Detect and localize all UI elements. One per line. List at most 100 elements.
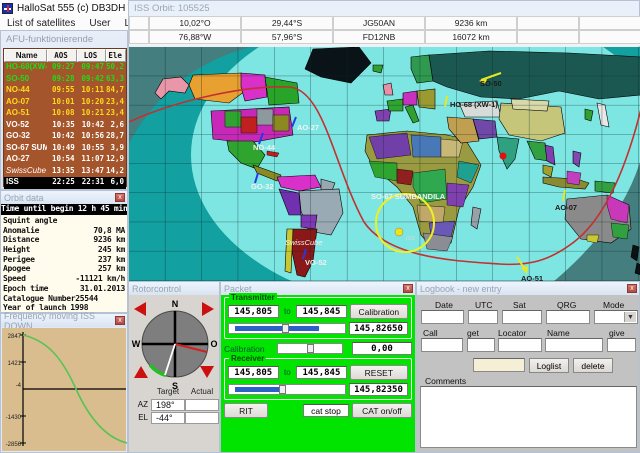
utc-input[interactable] [468,310,498,324]
el-target-value[interactable]: -44° [151,412,185,424]
orbit-value: 25544 [75,294,98,304]
rotor-titlebar: Rotorcontrol [129,282,219,295]
table-row[interactable]: AO-2710:5411:0712,9 [4,154,126,166]
name-input[interactable] [545,338,603,352]
coord-cell [579,30,640,44]
az-actual-value[interactable] [185,399,219,411]
sat-input[interactable] [502,310,542,324]
coord-locator-row2: FD12NB [333,30,425,44]
table-row[interactable]: SO-5009:2809:4263,3 [4,74,126,86]
rx-from-input[interactable]: 145,805 [228,366,279,379]
y-tick: -4 [16,383,22,389]
table-row[interactable]: NO-4409:5510:1184,7 [4,85,126,97]
countdown-text: Time until begin 12 h 45 min [1,204,127,215]
map-label-ao27[interactable]: AO-27 [297,123,319,132]
orbit-label: Catalogue Number [3,294,75,304]
calibration-slider[interactable] [277,343,343,354]
orbit-value: 9236 km [93,235,125,245]
get-input[interactable] [467,338,495,352]
calibration-button[interactable]: Calibration [350,304,408,319]
reset-button[interactable]: RESET [350,365,408,380]
table-row[interactable]: AO-5110:0810:2123,4 [4,108,126,120]
close-icon[interactable]: x [627,284,637,293]
locator-input[interactable] [498,338,542,352]
coord-range-row1: 9236 km [425,16,517,30]
satellite-table-header: Name AOS LOS Ele [4,49,126,62]
world-map[interactable]: ISS NO-44 AO-27 GO-32 SwissCube [129,47,640,282]
close-icon[interactable]: x [115,316,125,325]
orbit-label: Epoch time [3,284,48,294]
date-input[interactable] [421,310,464,324]
to-word: to [282,307,294,316]
el-actual-value[interactable] [185,412,219,424]
cat-stop-field[interactable]: cat stop [303,404,349,417]
rx-to-input[interactable]: 145,845 [296,366,347,379]
cat-onoff-button[interactable]: CAT on/off [352,403,412,418]
menu-list-of-satellites[interactable]: List of satellites [0,18,82,29]
mode-select[interactable]: ▼ [594,310,638,324]
orbit-label: Height [3,245,30,255]
col-name: Name [4,49,47,62]
orbit-data-title: Orbit data [4,193,44,203]
chevron-down-icon[interactable]: ▼ [624,312,636,322]
map-label-so67[interactable]: SO-67 SUMBANDILA [371,192,446,201]
tx-from-input[interactable]: 145,805 [228,305,279,318]
coord-range-row2: 16072 km [425,30,517,44]
map-coordinates-table: 10,02°O 29,44°S JG50AN 9236 km 76,88°W 5… [129,16,640,46]
close-icon[interactable]: x [115,193,125,202]
table-row[interactable]: VO-5210:3510:422,6 [4,120,126,132]
table-row[interactable]: SO-67 SUM10:4910:553,9 [4,143,126,155]
satellite-list-panel: AFU-funktionierende Name AOS LOS Ele HO-… [0,30,128,190]
map-label-no44[interactable]: NO-44 [253,143,276,152]
map-label-ho68[interactable]: HO-68 (XW-1) [450,100,498,109]
app-window: HalloSat 555 (c) DB3DH 2008 - Licensed f… [0,0,640,453]
red-satellite-dot[interactable] [500,153,507,160]
rit-button[interactable]: RIT [224,403,268,418]
qrg-input[interactable] [546,310,590,324]
to-word: to [282,368,294,377]
rx-frequency-slider[interactable] [228,384,346,395]
map-label-so50[interactable]: SO-50 [480,79,502,88]
table-row[interactable]: HO-68(XW-109:2709:4750,2 [4,62,126,74]
orbit-label: Anomalie [3,226,39,236]
utc-label: UTC [475,300,492,310]
table-row[interactable]: SwissCube13:3513:4714,2 [4,166,126,178]
tx-frequency-slider[interactable] [228,323,346,334]
delete-button[interactable]: delete [573,358,613,373]
map-label-go32[interactable]: GO-32 [251,182,274,191]
map-label-swisscube[interactable]: SwissCube [285,238,323,247]
tx-frequency-value: 145,82650 [349,322,408,335]
orbit-label: Apogee [3,264,30,274]
y-tick: -1430 [6,415,22,421]
orbit-value: 70,8 MA [93,226,125,236]
logbook-title: Logbook - new entry [420,284,502,294]
table-row[interactable]: AO-0710:0110:2023,4 [4,97,126,109]
az-target-value[interactable]: 198° [151,399,185,411]
menu-user[interactable]: User [82,18,117,29]
tx-to-input[interactable]: 145,845 [296,305,347,318]
iss-position-dot[interactable] [395,228,403,236]
transmitter-label: Transmitter [229,293,277,302]
packet-panel: Packet x Transmitter 145,805 to 145,845 … [220,281,416,453]
give-input[interactable] [607,338,636,352]
search-field[interactable] [473,358,525,372]
y-tick: 1421 [8,361,22,367]
map-label-vo52[interactable]: VO-52 [305,258,327,267]
orbit-data-panel: Orbit data x Time until begin 12 h 45 mi… [0,190,128,313]
satellite-table: Name AOS LOS Ele HO-68(XW-109:2709:4750,… [3,48,127,187]
map-grid [129,47,640,282]
logbook-titlebar: Logbook - new entry x [417,282,639,295]
table-row-selected[interactable]: ISS22:2522:316,0 [4,177,126,189]
table-row[interactable]: GO-3210:4210:5628,7 [4,131,126,143]
packet-body: Transmitter 145,805 to 145,845 Calibrati… [221,295,415,452]
coord-cell [517,16,579,30]
call-input[interactable] [421,338,463,352]
coord-lon-row1: 10,02°O [149,16,241,30]
orbit-value: 31.01.2013 [80,284,125,294]
compass-n: N [172,299,179,309]
loglist-button[interactable]: Loglist [529,358,569,373]
comments-textarea[interactable] [420,386,637,448]
close-icon[interactable]: x [403,284,413,293]
compass-o: O [210,339,217,349]
map-label-ao07[interactable]: AO-07 [555,203,577,212]
